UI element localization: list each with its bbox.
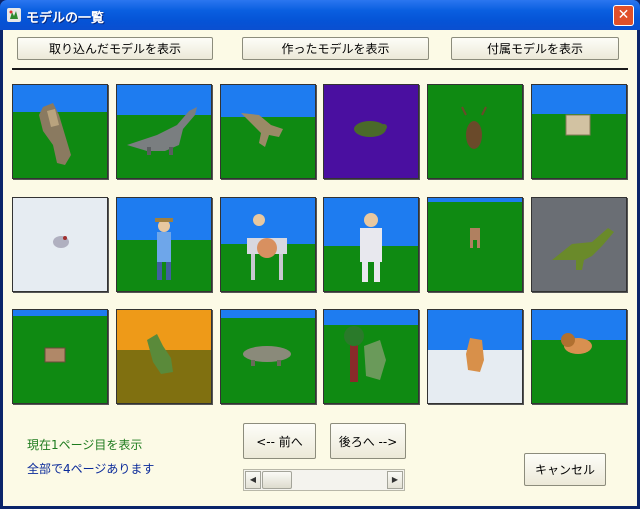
- box-model-icon: [565, 114, 591, 136]
- standing-dinosaur-model-icon: [39, 103, 71, 165]
- show-bundled-models-button[interactable]: 付属モデルを表示: [451, 37, 619, 60]
- model-thumbnail-sitting-dog[interactable]: [427, 309, 523, 404]
- green-lizard-model-icon: [147, 334, 173, 374]
- scrollbar-thumb[interactable]: [262, 471, 292, 489]
- running-dinosaur-model-icon: [241, 113, 283, 147]
- model-thumbnail-man-with-horse[interactable]: [220, 197, 316, 292]
- turtle-model-icon: [354, 121, 387, 137]
- next-page-button[interactable]: 後ろへ -->: [330, 423, 406, 459]
- prev-page-button[interactable]: <-- 前へ: [243, 423, 316, 459]
- model-thumbnail-small-dog[interactable]: [427, 197, 523, 292]
- page-scrollbar[interactable]: ◀ ▶: [243, 469, 405, 491]
- model-thumbnail-ankylosaur[interactable]: [220, 309, 316, 404]
- show-imported-models-button[interactable]: 取り込んだモデルを表示: [17, 37, 213, 60]
- t-rex-model-icon: [552, 228, 614, 270]
- model-thumbnail-running-dinosaur[interactable]: [220, 84, 316, 179]
- small-dog-model-icon: [470, 228, 480, 248]
- sitting-dog-model-icon: [466, 338, 484, 372]
- tree-creature-model-icon: [344, 326, 386, 382]
- title-bar[interactable]: モデルの一覧 ✕: [0, 0, 640, 30]
- beetle-model-icon: [461, 106, 487, 149]
- scroll-left-arrow-icon[interactable]: ◀: [245, 471, 261, 489]
- ankylosaur-model-icon: [243, 346, 291, 366]
- man-with-hat-model-icon: [155, 218, 173, 280]
- cancel-button[interactable]: キャンセル: [524, 453, 606, 486]
- total-pages-text: 全部で4ページあります: [27, 462, 155, 476]
- long-neck-dinosaur-model-icon: [127, 107, 197, 155]
- model-thumbnail-small-creature[interactable]: [12, 197, 108, 292]
- dialog-window: モデルの一覧 ✕ 取り込んだモデルを表示 作ったモデルを表示 付属モデルを表示 …: [0, 0, 640, 509]
- window-title: モデルの一覧: [26, 11, 105, 26]
- model-thumbnail-t-rex[interactable]: [531, 197, 627, 292]
- app-icon: [7, 8, 21, 22]
- model-thumbnail-man-with-hat[interactable]: [116, 197, 212, 292]
- model-thumbnail-beetle[interactable]: [427, 84, 523, 179]
- show-created-models-button[interactable]: 作ったモデルを表示: [242, 37, 429, 60]
- model-thumbnail-standing-man[interactable]: [323, 197, 419, 292]
- standing-man-model-icon: [360, 213, 382, 282]
- model-thumbnail-long-neck-dinosaur[interactable]: [116, 84, 212, 179]
- model-thumbnail-small-box[interactable]: [12, 309, 108, 404]
- small-box-model-icon: [44, 347, 66, 363]
- lion-model-icon: [561, 333, 592, 354]
- model-thumbnail-box[interactable]: [531, 84, 627, 179]
- small-creature-model-icon: [53, 236, 69, 248]
- current-page-text: 現在1ページ目を表示: [27, 438, 143, 452]
- man-with-horse-model-icon: [247, 214, 287, 280]
- separator-line: [12, 68, 628, 70]
- model-thumbnail-tree-creature[interactable]: [323, 309, 419, 404]
- model-thumbnail-green-lizard[interactable]: [116, 309, 212, 404]
- model-thumbnail-turtle[interactable]: [323, 84, 419, 179]
- model-thumbnail-lion[interactable]: [531, 309, 627, 404]
- scroll-right-arrow-icon[interactable]: ▶: [387, 471, 403, 489]
- dialog-body: 取り込んだモデルを表示 作ったモデルを表示 付属モデルを表示 現在1ページ目を表…: [3, 30, 637, 506]
- close-button[interactable]: ✕: [613, 5, 634, 26]
- model-thumbnail-standing-dinosaur[interactable]: [12, 84, 108, 179]
